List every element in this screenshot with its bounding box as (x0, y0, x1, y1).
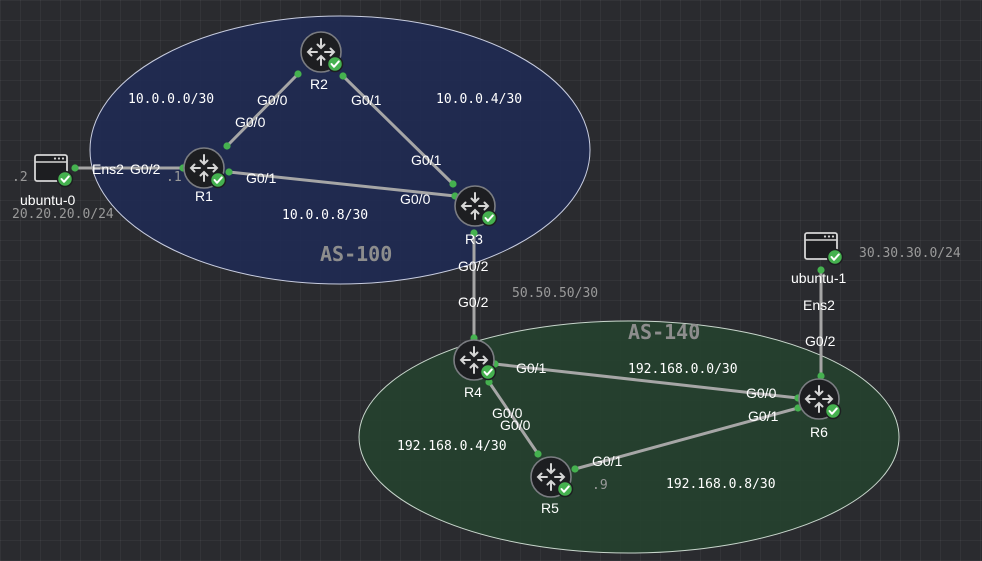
node-label-ubuntu-0: ubuntu-0 (20, 192, 76, 208)
interface-label: G0/1 (351, 92, 382, 108)
subnet-label: 50.50.50/30 (512, 286, 599, 301)
node-label-r1: R1 (195, 188, 213, 204)
subnet-label: 192.168.0.4/30 (397, 439, 507, 454)
check-icon (556, 480, 574, 498)
subnet-label: 10.0.0.8/30 (282, 208, 369, 223)
subnet-label: 192.168.0.0/30 (628, 362, 738, 377)
interface-label: G0/1 (592, 453, 623, 469)
interface-label: G0/0 (500, 417, 531, 433)
as-100-label: AS-100 (320, 242, 393, 266)
interface-label: Ens2 (803, 297, 835, 313)
node-label-ubuntu-1: ubuntu-1 (791, 270, 847, 286)
interface-label: G0/0 (746, 385, 777, 401)
interface-port[interactable] (294, 70, 302, 78)
interface-label: G0/2 (458, 258, 489, 274)
node-label-r6: R6 (810, 424, 828, 440)
router-r6[interactable] (798, 378, 842, 420)
host-ubuntu-0[interactable] (34, 154, 74, 188)
node-label-r5: R5 (541, 500, 559, 516)
interface-port[interactable] (571, 465, 579, 473)
host-ip-label: .2 (12, 170, 28, 185)
interface-label: G0/2 (130, 161, 161, 177)
check-icon (56, 170, 74, 188)
router-r4[interactable] (453, 339, 497, 381)
interface-port[interactable] (534, 450, 542, 458)
as-140-label: AS-140 (628, 320, 701, 344)
interface-label: G0/0 (235, 114, 266, 130)
subnet-label: 20.20.20.0/24 (12, 207, 114, 222)
interface-label: G0/0 (257, 92, 288, 108)
host-ubuntu-1[interactable] (804, 232, 844, 266)
host-ip-label: .9 (592, 478, 608, 493)
check-icon (826, 248, 844, 266)
interface-label: G0/1 (411, 152, 442, 168)
check-icon (480, 209, 498, 227)
subnet-label: 10.0.0.0/30 (128, 92, 215, 107)
check-icon (209, 171, 227, 189)
router-r2[interactable] (300, 31, 344, 73)
interface-label: G0/0 (400, 191, 431, 207)
interface-port[interactable] (225, 168, 233, 176)
check-icon (326, 55, 344, 73)
topology-canvas: AS-100 AS-140 R2 R1 R3 R4 R5 R6 ubuntu-0… (0, 0, 982, 561)
node-label-r2: R2 (310, 76, 328, 92)
interface-label: Ens2 (92, 161, 124, 177)
router-r3[interactable] (454, 185, 498, 227)
subnet-label: 30.30.30.0/24 (859, 246, 961, 261)
interface-port[interactable] (449, 180, 457, 188)
router-r5[interactable] (530, 456, 574, 498)
interface-label: G0/1 (516, 360, 547, 376)
interface-label: G0/1 (748, 408, 779, 424)
check-icon (479, 363, 497, 381)
interface-label: G0/2 (805, 333, 836, 349)
host-ip-label: .1 (166, 170, 182, 185)
interface-label: G0/1 (246, 170, 277, 186)
subnet-label: 192.168.0.8/30 (666, 477, 776, 492)
interface-label: G0/2 (458, 294, 489, 310)
node-label-r4: R4 (464, 384, 482, 400)
subnet-label: 10.0.0.4/30 (436, 92, 523, 107)
interface-port[interactable] (71, 164, 79, 172)
check-icon (824, 402, 842, 420)
router-r1[interactable] (183, 147, 227, 189)
interface-port[interactable] (339, 72, 347, 80)
interface-port[interactable] (223, 142, 231, 150)
node-label-r3: R3 (465, 231, 483, 247)
